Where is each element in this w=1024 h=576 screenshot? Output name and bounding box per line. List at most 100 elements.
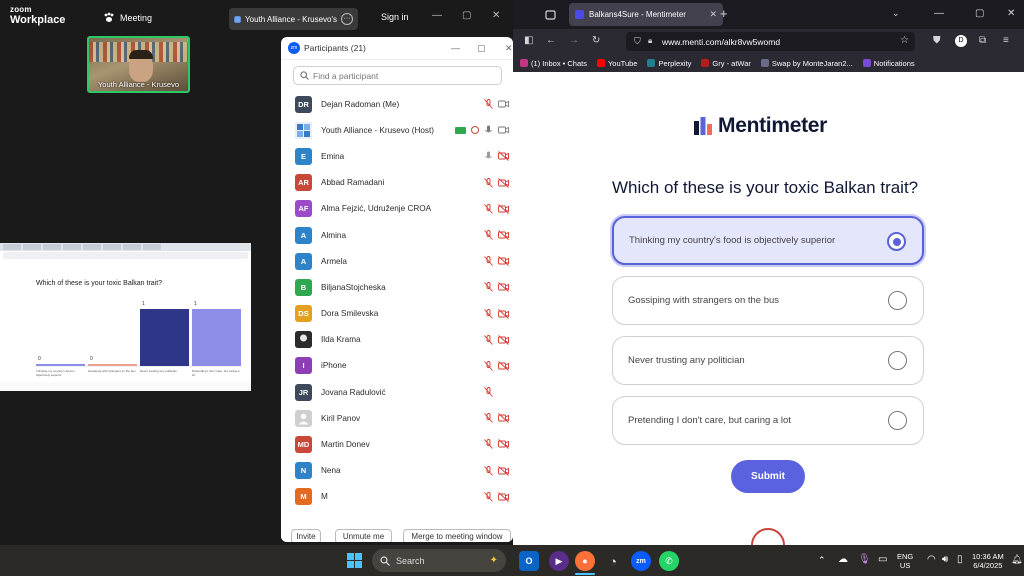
participant-row[interactable]: DS Dora Smilevska [281, 301, 513, 327]
bookmark-item[interactable]: YouTube [596, 59, 637, 68]
bookmark-item[interactable]: Swap by MonteJaran2... [760, 59, 853, 68]
participant-row[interactable]: N Nena [281, 458, 513, 484]
radio-icon[interactable] [888, 351, 907, 370]
bookmark-item[interactable]: Perplexity [647, 59, 691, 68]
mentimeter-page: Mentimeter Which of these is your toxic … [513, 72, 1024, 545]
tab-mentimeter[interactable]: Balkans4Sure - Mentimeter ✕ [569, 3, 723, 26]
tab-overview-icon[interactable] [545, 9, 556, 20]
merge-to-meeting-button[interactable]: Merge to meeting window [403, 529, 511, 542]
participant-name: Armela [321, 256, 347, 266]
url-bar[interactable]: ⛉ 🔒︎ www.menti.com/alkr8vw5womd ☆ [626, 32, 915, 51]
taskbar: Search ✦ O ▶ ● ◔ zm ✆ ⌃ ☁ 🎙︎ ▭ ENG US ◠ … [0, 545, 1024, 576]
poll-option-label: Pretending I don't care, but caring a lo… [628, 415, 791, 426]
participant-row[interactable]: JR Jovana Radulović [281, 379, 513, 405]
participant-row[interactable]: E Emina [281, 143, 513, 169]
chevron-up-icon[interactable]: ⌃ [818, 555, 826, 566]
radio-icon[interactable] [888, 291, 907, 310]
notification-bell-icon[interactable]: 🔔︎ [1011, 554, 1022, 565]
zoom-app-icon[interactable]: zm [631, 551, 651, 571]
forward-icon[interactable]: → [569, 35, 579, 46]
battery-icon[interactable]: ▭ [878, 554, 887, 565]
close-icon[interactable]: ✕ [505, 43, 513, 54]
participant-row[interactable]: Kiril Panov [281, 405, 513, 431]
participant-name: Dora Smilevska [321, 309, 379, 319]
participant-row[interactable]: IiPhone [281, 353, 513, 379]
whatsapp-icon[interactable]: ✆ [659, 551, 679, 571]
more-icon[interactable]: ··· [341, 13, 353, 25]
participant-search-input[interactable]: Find a participant [293, 66, 502, 85]
microphone-icon[interactable]: 🎙︎ [858, 554, 871, 565]
media-player-icon[interactable]: ▶ [549, 551, 569, 571]
close-icon[interactable]: ✕ [1007, 8, 1015, 19]
reload-icon[interactable]: ↻ [592, 35, 600, 46]
close-icon[interactable]: ✕ [492, 10, 500, 21]
outlook-icon[interactable]: O [519, 551, 539, 571]
reaction-button[interactable] [751, 528, 785, 545]
clock-time: 10:36 AM [972, 552, 1004, 561]
maximize-icon[interactable]: ▢ [975, 8, 984, 19]
bookmark-item[interactable]: (1) Inbox • Chats [520, 59, 587, 68]
back-icon[interactable]: ← [546, 35, 556, 46]
windows-start-icon[interactable] [347, 553, 362, 568]
clock[interactable]: 10:36 AM 6/4/2025 [972, 552, 1004, 571]
minimize-icon[interactable]: — [934, 8, 944, 19]
invite-button[interactable]: Invite [291, 529, 321, 542]
volume-icon[interactable]: 🔊︎ [942, 554, 948, 565]
muted-mic-icon [484, 334, 493, 345]
radio-checked-icon[interactable] [887, 232, 906, 251]
menu-icon[interactable]: ≡ [1003, 35, 1009, 46]
sign-in-button[interactable]: Sign in [381, 12, 409, 22]
participant-row[interactable]: A Almina [281, 222, 513, 248]
url-text: www.menti.com/alkr8vw5womd [662, 36, 781, 47]
maximize-icon[interactable]: ▢ [462, 10, 471, 21]
account-icon[interactable]: D [955, 35, 967, 47]
minimize-icon[interactable]: — [451, 43, 460, 53]
bookmark-item[interactable]: Notifications [862, 59, 915, 68]
meeting-info-chip[interactable]: Youth Alliance - Krusevo's ··· [229, 8, 358, 30]
language-indicator[interactable]: ENG US [897, 552, 913, 571]
shared-screen: Which of these is your toxic Balkan trai… [0, 243, 251, 391]
battery-status-icon[interactable]: ▯ [957, 554, 963, 565]
participant-row[interactable]: MM [281, 484, 513, 510]
muted-mic-icon [484, 256, 493, 266]
participant-row[interactable]: DR Dejan Radoman (Me) [281, 91, 513, 117]
wifi-icon[interactable]: ◠ [927, 554, 936, 565]
chevron-down-icon[interactable]: ⌄ [892, 8, 900, 19]
participant-status-icons [455, 125, 509, 135]
participant-avatar [295, 121, 312, 139]
participant-row[interactable]: A Armela [281, 248, 513, 274]
speaker-video-tile[interactable]: Youth Alliance - Krusevo [87, 36, 190, 93]
extensions-icon[interactable]: ⧉ [979, 35, 986, 46]
lock-icon[interactable]: 🔒︎ [648, 36, 652, 46]
poll-option[interactable]: Thinking my country's food is objectivel… [612, 216, 924, 265]
taskbar-search[interactable]: Search ✦ [372, 549, 506, 572]
participant-row[interactable]: Ilda Krama [281, 327, 513, 353]
poll-option[interactable]: Never trusting any politician [612, 336, 924, 385]
clock-app-icon[interactable]: ◔ [603, 551, 623, 571]
submit-button[interactable]: Submit [731, 460, 805, 493]
bookmark-item[interactable]: Gry - atWar [701, 59, 751, 68]
participant-row[interactable]: AF Alma Fejzić, Udruženje CROA [281, 196, 513, 222]
participant-name: Martin Donev [321, 440, 370, 450]
close-tab-icon[interactable]: ✕ [709, 9, 717, 20]
sidebar-icon[interactable]: ◧ [524, 35, 533, 46]
participant-row[interactable]: AR Abbad Ramadani [281, 170, 513, 196]
poll-option[interactable]: Pretending I don't care, but caring a lo… [612, 396, 924, 445]
minimize-icon[interactable]: — [432, 10, 442, 21]
participant-row[interactable]: MD Martin Donev [281, 431, 513, 457]
pocket-icon[interactable]: ⛊ [933, 35, 941, 46]
poll-option[interactable]: Gossiping with strangers on the bus [612, 276, 924, 325]
radio-icon[interactable] [888, 411, 907, 430]
meeting-menu[interactable]: Meeting [103, 12, 152, 23]
new-tab-icon[interactable]: + [720, 6, 728, 21]
participant-row[interactable]: B BiljanaStojcheska [281, 274, 513, 300]
shield-icon[interactable]: ⛉ [634, 36, 641, 47]
video-off-icon [498, 177, 509, 188]
muted-mic-icon [484, 413, 493, 424]
participant-row[interactable]: Youth Alliance - Krusevo (Host) [281, 117, 513, 143]
unmute-me-button[interactable]: Unmute me [335, 529, 392, 542]
popout-icon[interactable]: ▢ [477, 43, 486, 54]
bookmark-star-icon[interactable]: ☆ [900, 35, 909, 46]
cloud-icon[interactable]: ☁ [838, 554, 848, 565]
firefox-icon[interactable]: ● [575, 551, 595, 571]
